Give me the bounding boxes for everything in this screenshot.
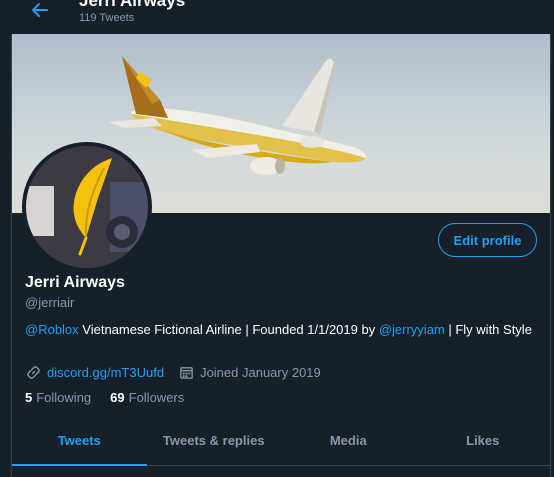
followers-link[interactable]: 69 Followers bbox=[110, 390, 184, 405]
profile-name: Jerri Airways bbox=[25, 274, 125, 291]
jerryyiam-mention-link[interactable]: @jerryyiam bbox=[379, 322, 445, 337]
profile-meta: discord.gg/mT3Uufd Joined January 2019 bbox=[25, 363, 321, 381]
follow-stats: 5 Following 69 Followers bbox=[25, 390, 203, 405]
right-border bbox=[550, 34, 554, 477]
calendar-icon bbox=[178, 364, 194, 380]
following-count: 5 bbox=[25, 390, 33, 405]
tweet-count: 119 Tweets bbox=[79, 12, 135, 24]
profile-handle: @jerriair bbox=[25, 295, 75, 310]
website-link[interactable]: discord.gg/mT3Uufd bbox=[47, 365, 164, 380]
tab-media[interactable]: Media bbox=[281, 416, 416, 465]
profile-bio: @Roblox Vietnamese Fictional Airline | F… bbox=[25, 321, 545, 338]
roblox-mention-link[interactable]: @Roblox bbox=[25, 322, 79, 337]
back-arrow-icon bbox=[32, 3, 48, 17]
feather-logo-icon bbox=[26, 146, 148, 268]
link-icon bbox=[25, 364, 41, 380]
profile-avatar[interactable] bbox=[22, 142, 152, 272]
bio-text-part1: Vietnamese Fictional Airline | Founded 1… bbox=[78, 322, 379, 337]
joined-date: Joined January 2019 bbox=[200, 364, 321, 380]
tab-tweets-and-replies[interactable]: Tweets & replies bbox=[147, 416, 282, 465]
left-border bbox=[0, 34, 12, 477]
tab-likes[interactable]: Likes bbox=[416, 416, 551, 465]
following-label: Following bbox=[36, 390, 92, 405]
tab-tweets[interactable]: Tweets bbox=[12, 416, 147, 466]
header-title: Jerri Airways bbox=[79, 0, 186, 10]
followers-label: Followers bbox=[128, 390, 185, 405]
edit-profile-button[interactable]: Edit profile bbox=[438, 223, 537, 257]
following-link[interactable]: 5 Following bbox=[25, 390, 91, 405]
profile-header: Jerri Airways 119 Tweets bbox=[0, 0, 554, 34]
followers-count: 69 bbox=[110, 390, 125, 405]
profile-tabs: Tweets Tweets & replies Media Likes bbox=[12, 416, 550, 466]
bio-text-part2: | Fly with Style bbox=[444, 322, 532, 337]
back-button[interactable] bbox=[26, 0, 54, 22]
